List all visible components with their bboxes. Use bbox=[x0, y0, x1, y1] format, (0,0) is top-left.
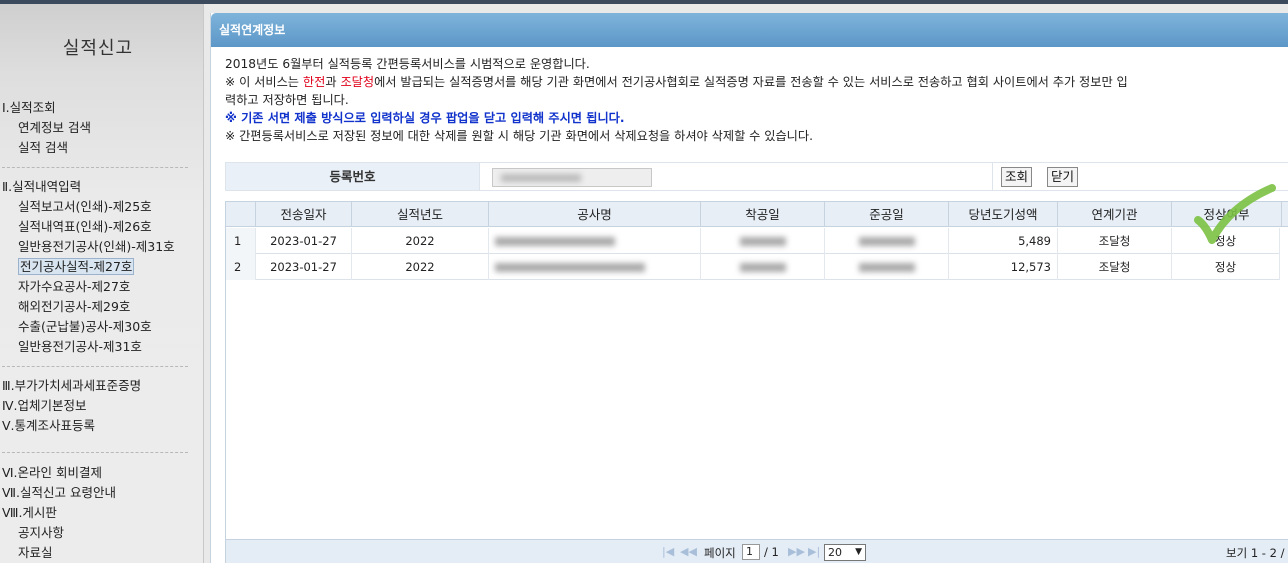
menu-item-archive[interactable]: 자료실 bbox=[0, 543, 196, 563]
divider bbox=[992, 163, 993, 190]
amount-cell: 12,573 bbox=[949, 254, 1058, 280]
redacted-value bbox=[858, 263, 915, 272]
send-date-cell: 2023-01-27 bbox=[256, 254, 352, 280]
page-size-select[interactable]: 20 ▼ bbox=[824, 544, 866, 561]
amount-cell: 5,489 bbox=[949, 228, 1058, 254]
registration-number-label: 등록번호 bbox=[226, 163, 480, 190]
header-row-number bbox=[226, 202, 256, 227]
page-input[interactable]: 1 bbox=[742, 544, 760, 560]
view-info: 보기 1 - 2 / 2 bbox=[1226, 546, 1288, 560]
menu-item-general-31[interactable]: 일반용전기공사-제31호 bbox=[0, 337, 196, 357]
notice-line-3: 력하고 저장하면 됩니다. bbox=[225, 93, 349, 107]
menu-item-electric-27[interactable]: 전기공사실적-제27호 bbox=[0, 257, 196, 277]
registration-number-input[interactable] bbox=[492, 168, 652, 187]
sidebar-title: 실적신고 bbox=[62, 38, 134, 59]
grid-header: 전송일자 실적년도 공사명 착공일 준공일 당년도기성액 연계기관 정상여부 bbox=[226, 202, 1288, 227]
notice-line-5: ※ 간편등록서비스로 저장된 정보에 대한 삭제를 원할 시 해당 기관 화면에… bbox=[225, 129, 813, 143]
page-total: / 1 bbox=[764, 545, 779, 559]
agency-cell: 조달청 bbox=[1058, 254, 1172, 280]
menu-item-export-30[interactable]: 수출(군납불)공사-제30호 bbox=[0, 317, 196, 337]
redacted-value bbox=[739, 237, 786, 246]
panel-title: 실적연계정보 bbox=[211, 13, 1288, 47]
registration-form: 등록번호 조회 닫기 bbox=[225, 162, 1288, 191]
completion-date-cell bbox=[825, 254, 949, 280]
row-number: 2 bbox=[226, 254, 256, 280]
redacted-value bbox=[739, 263, 786, 272]
project-name-cell bbox=[489, 228, 701, 254]
search-button[interactable]: 조회 bbox=[1001, 167, 1033, 187]
page-label: 페이지 bbox=[704, 546, 736, 560]
menu-item-detail-26[interactable]: 실적내역표(인쇄)-제26호 bbox=[0, 217, 196, 237]
menu-item-link-info-search[interactable]: 연계정보 검색 bbox=[0, 118, 196, 138]
menu-item-report-25[interactable]: 실적보고서(인쇄)-제25호 bbox=[0, 197, 196, 217]
menu-item-self-demand-27[interactable]: 자가수요공사-제27호 bbox=[0, 277, 196, 297]
redacted-value bbox=[858, 237, 915, 246]
table-row[interactable]: 2 2023-01-27 2022 12,573 조달청 정상 bbox=[226, 254, 1280, 280]
sidebar: 실적신고 Ⅰ.실적조회 연계정보 검색 실적 검색 Ⅱ.실적내역입력 실적보고서… bbox=[0, 4, 204, 563]
completion-date-cell bbox=[825, 228, 949, 254]
year-cell: 2022 bbox=[352, 228, 489, 254]
divider bbox=[2, 366, 188, 367]
sidebar-menu: Ⅰ.실적조회 연계정보 검색 실적 검색 Ⅱ.실적내역입력 실적보고서(인쇄)-… bbox=[0, 98, 196, 563]
send-date-cell: 2023-01-27 bbox=[256, 228, 352, 254]
menu-head-performance-input[interactable]: Ⅱ.실적내역입력 bbox=[0, 177, 196, 197]
row-number: 1 bbox=[226, 228, 256, 254]
first-page-icon[interactable]: |◀ bbox=[662, 545, 674, 558]
notice-line-2: ※ 이 서비스는 한전과 조달청에서 발급되는 실적증명서를 해당 기관 화면에… bbox=[225, 75, 1128, 89]
menu-head-board[interactable]: Ⅷ.게시판 bbox=[0, 503, 196, 523]
prev-page-icon[interactable]: ◀◀ bbox=[680, 545, 697, 558]
menu-head-performance-inquiry[interactable]: Ⅰ.실적조회 bbox=[0, 98, 196, 118]
header-amount[interactable]: 당년도기성액 bbox=[949, 202, 1058, 227]
notice-text: 2018년도 6월부터 실적등록 간편등록서비스를 시범적으로 운영합니다. ※… bbox=[225, 55, 1288, 145]
notice-line-1: 2018년도 6월부터 실적등록 간편등록서비스를 시범적으로 운영합니다. bbox=[225, 57, 590, 71]
close-button[interactable]: 닫기 bbox=[1047, 167, 1079, 187]
divider bbox=[2, 452, 188, 453]
menu-item-notice[interactable]: 공지사항 bbox=[0, 523, 196, 543]
status-cell: 정상 bbox=[1172, 254, 1280, 280]
agency-cell: 조달청 bbox=[1058, 228, 1172, 254]
header-send-date[interactable]: 전송일자 bbox=[256, 202, 352, 227]
next-page-icon[interactable]: ▶▶ bbox=[788, 545, 805, 558]
result-grid: 전송일자 실적년도 공사명 착공일 준공일 당년도기성액 연계기관 정상여부 1… bbox=[225, 201, 1288, 563]
redacted-value bbox=[495, 237, 615, 246]
divider bbox=[2, 167, 188, 168]
year-cell: 2022 bbox=[352, 254, 489, 280]
redacted-value bbox=[495, 263, 645, 272]
redacted-value bbox=[501, 174, 581, 182]
header-start-date[interactable]: 착공일 bbox=[701, 202, 825, 227]
menu-head-online-payment[interactable]: Ⅵ.온라인 회비결제 bbox=[0, 463, 196, 483]
notice-line-4: ※ 기존 서면 제출 방식으로 입력하실 경우 팝업을 닫고 입력해 주시면 됩… bbox=[225, 111, 625, 125]
menu-head-guide[interactable]: Ⅶ.실적신고 요령안내 bbox=[0, 483, 196, 503]
menu-head-vat-certificate[interactable]: Ⅲ.부가가치세과세표준증명 bbox=[0, 376, 196, 396]
menu-item-general-print-31[interactable]: 일반용전기공사(인쇄)-제31호 bbox=[0, 237, 196, 257]
header-year[interactable]: 실적년도 bbox=[352, 202, 489, 227]
chevron-down-icon: ▼ bbox=[855, 547, 862, 557]
check-mark-icon bbox=[1194, 184, 1276, 244]
table-row[interactable]: 1 2023-01-27 2022 5,489 조달청 정상 bbox=[226, 228, 1280, 254]
grid-pager: |◀ ◀◀ 페이지 1 / 1 ▶▶ ▶| 20▼ 보기 1 - 2 / 2 bbox=[226, 539, 1288, 563]
start-date-cell bbox=[701, 228, 825, 254]
menu-item-electric-27-label: 전기공사실적-제27호 bbox=[18, 258, 135, 275]
header-project-name[interactable]: 공사명 bbox=[489, 202, 701, 227]
menu-head-company-info[interactable]: Ⅳ.업체기본정보 bbox=[0, 396, 196, 416]
main-panel: 실적연계정보 2018년도 6월부터 실적등록 간편등록서비스를 시범적으로 운… bbox=[210, 13, 1288, 563]
menu-head-statistics[interactable]: Ⅴ.통계조사표등록 bbox=[0, 416, 196, 436]
header-completion-date[interactable]: 준공일 bbox=[825, 202, 949, 227]
menu-item-overseas-29[interactable]: 해외전기공사-제29호 bbox=[0, 297, 196, 317]
header-agency[interactable]: 연계기관 bbox=[1058, 202, 1172, 227]
menu-item-performance-search[interactable]: 실적 검색 bbox=[0, 138, 196, 158]
start-date-cell bbox=[701, 254, 825, 280]
last-page-icon[interactable]: ▶| bbox=[808, 545, 820, 558]
project-name-cell bbox=[489, 254, 701, 280]
